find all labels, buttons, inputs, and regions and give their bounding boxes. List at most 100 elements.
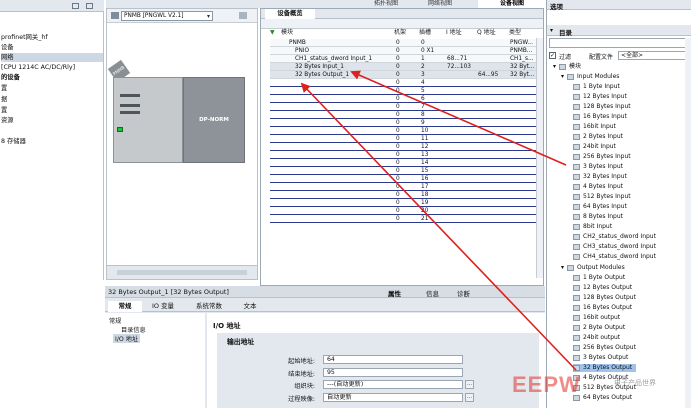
catalog-scrollbar[interactable]: [685, 38, 691, 408]
catalog-search-input[interactable]: [549, 38, 689, 48]
device-rack[interactable]: [113, 77, 183, 163]
zoom-icon[interactable]: [239, 12, 247, 19]
tree-item-devices[interactable]: 的设备: [1, 73, 103, 82]
tree-item-data[interactable]: 据: [1, 95, 103, 104]
nav-catalog-info[interactable]: 目录信息: [121, 325, 146, 334]
process-image-field[interactable]: 自动更新: [323, 393, 463, 402]
catalog-item[interactable]: 8bit Input: [573, 223, 612, 231]
end-address-field[interactable]: 95: [323, 368, 463, 377]
table-row-empty[interactable]: [270, 191, 536, 199]
maximize-icon[interactable]: [86, 3, 93, 9]
catalog-item[interactable]: 32 Bytes Input: [573, 173, 627, 181]
catalog-item[interactable]: 32 Bytes Output: [573, 364, 637, 372]
catalog-item[interactable]: 1 Byte Input: [573, 83, 620, 91]
filter-checkbox[interactable]: ✓: [549, 52, 556, 59]
organization-block-field[interactable]: ---(自动更新): [323, 380, 463, 389]
catalog-item[interactable]: 24bit Input: [573, 143, 616, 151]
subtab-system-constants[interactable]: 系统常数: [185, 301, 233, 312]
tree-item-resources[interactable]: 资源: [1, 116, 103, 125]
col-rack[interactable]: 机架: [394, 28, 406, 37]
table-row-empty[interactable]: [270, 207, 536, 215]
col-type[interactable]: 类型: [509, 28, 521, 37]
catalog-item[interactable]: 1 Byte Output: [573, 274, 625, 282]
table-row-empty[interactable]: [270, 111, 536, 119]
catalog-item[interactable]: 2 Bytes Input: [573, 133, 623, 141]
tab-device-view[interactable]: 设备视图: [478, 0, 546, 8]
catalog-item[interactable]: 12 Bytes Input: [573, 93, 627, 101]
tree-item-config-1[interactable]: 置: [1, 84, 103, 93]
catalog-item[interactable]: 2 Byte Output: [573, 324, 625, 332]
catalog-item[interactable]: CH4_status_dword Input: [573, 253, 656, 261]
catalog-item[interactable]: CH2_status_dword Input: [573, 233, 656, 241]
catalog-item[interactable]: 64 Bytes Input: [573, 203, 627, 211]
table-row-empty[interactable]: [270, 119, 536, 127]
tree-item-storage[interactable]: 8 存储器: [1, 137, 103, 146]
table-row[interactable]: [270, 47, 536, 55]
table-row-empty[interactable]: [270, 175, 536, 183]
subtab-texts[interactable]: 文本: [235, 301, 265, 312]
catalog-item[interactable]: 3 Bytes Output: [573, 354, 628, 362]
subtab-io-tags[interactable]: IO 变量: [143, 301, 183, 312]
catalog-item[interactable]: 3 Bytes Input: [573, 163, 623, 171]
table-row-empty[interactable]: [270, 151, 536, 159]
vertical-scrollbar[interactable]: [536, 38, 543, 278]
catalog-item[interactable]: 24bit output: [573, 334, 620, 342]
table-row-empty[interactable]: [270, 215, 536, 223]
catalog-item[interactable]: 256 Bytes Output: [573, 344, 636, 352]
table-row-empty[interactable]: [270, 79, 536, 87]
catalog-item[interactable]: 128 Bytes Input: [573, 103, 631, 111]
table-row-empty[interactable]: [270, 135, 536, 143]
tree-root-modules[interactable]: ▾ 模块: [553, 63, 581, 71]
catalog-item[interactable]: 12 Bytes Output: [573, 284, 632, 292]
col-module[interactable]: 模块: [281, 28, 293, 37]
tab-topology-view[interactable]: 拓扑视图: [374, 0, 398, 8]
filter-icon[interactable]: ▼: [270, 28, 275, 37]
profile-select[interactable]: <全部>: [618, 51, 688, 60]
subtab-general[interactable]: 常规: [108, 301, 142, 312]
browse-icon[interactable]: …: [465, 393, 474, 402]
group-input-modules[interactable]: ▾ Input Modules: [561, 73, 619, 81]
catalog-item[interactable]: 16bit output: [573, 314, 620, 322]
catalog-item[interactable]: 4 Bytes Input: [573, 183, 623, 191]
tree-item-cpu[interactable]: [CPU 1214C AC/DC/Rly]: [1, 63, 103, 72]
catalog-item[interactable]: 16bit Input: [573, 123, 616, 131]
tree-item-project[interactable]: profinet网关_hf: [1, 33, 103, 42]
chevron-down-icon[interactable]: ▾: [207, 13, 210, 20]
tab-network-view[interactable]: 网络视图: [428, 0, 452, 8]
catalog-item[interactable]: CH3_status_dword Input: [573, 243, 656, 251]
device-select[interactable]: PNMB [PNGWL V2.1]: [121, 11, 213, 21]
catalog-item[interactable]: 16 Bytes Input: [573, 113, 627, 121]
table-row-empty[interactable]: [270, 95, 536, 103]
col-i-address[interactable]: I 地址: [446, 28, 462, 37]
tree-item-network[interactable]: 网络: [1, 53, 103, 62]
catalog-item[interactable]: 8 Bytes Input: [573, 213, 623, 221]
catalog-item[interactable]: 256 Bytes Input: [573, 153, 631, 161]
col-q-address[interactable]: Q 地址: [477, 28, 496, 37]
tab-properties[interactable]: 属性: [388, 288, 401, 298]
tab-device-overview[interactable]: 设备概览: [265, 9, 315, 19]
table-row-empty[interactable]: [270, 167, 536, 175]
catalog-item[interactable]: 128 Bytes Output: [573, 294, 636, 302]
start-address-field[interactable]: 64: [323, 355, 463, 364]
tab-info[interactable]: 信息: [426, 288, 439, 298]
catalog-item[interactable]: 64 Bytes Output: [573, 394, 632, 402]
horizontal-scrollbar[interactable]: [117, 270, 247, 275]
catalog-section-bar[interactable]: ▾ 目录: [547, 25, 691, 37]
tree-item-add-device[interactable]: 设备: [1, 43, 103, 52]
table-row-empty[interactable]: [270, 199, 536, 207]
table-row-empty[interactable]: [270, 103, 536, 111]
tree-item-config-2[interactable]: 置: [1, 106, 103, 115]
table-row[interactable]: [270, 39, 536, 47]
browse-icon[interactable]: …: [465, 380, 474, 389]
table-row-empty[interactable]: [270, 159, 536, 167]
restore-icon[interactable]: [72, 3, 79, 9]
device-module[interactable]: DP-NORM: [183, 77, 245, 163]
col-slot[interactable]: 插槽: [419, 28, 431, 37]
catalog-item[interactable]: 512 Bytes Input: [573, 193, 631, 201]
catalog-item[interactable]: 16 Bytes Output: [573, 304, 632, 312]
nav-general[interactable]: 常规: [109, 316, 121, 325]
group-output-modules[interactable]: ▾ Output Modules: [561, 264, 625, 272]
table-row-empty[interactable]: [270, 183, 536, 191]
nav-io-address[interactable]: I/O 地址: [113, 334, 141, 343]
tab-diagnostics[interactable]: 诊断: [457, 288, 470, 298]
